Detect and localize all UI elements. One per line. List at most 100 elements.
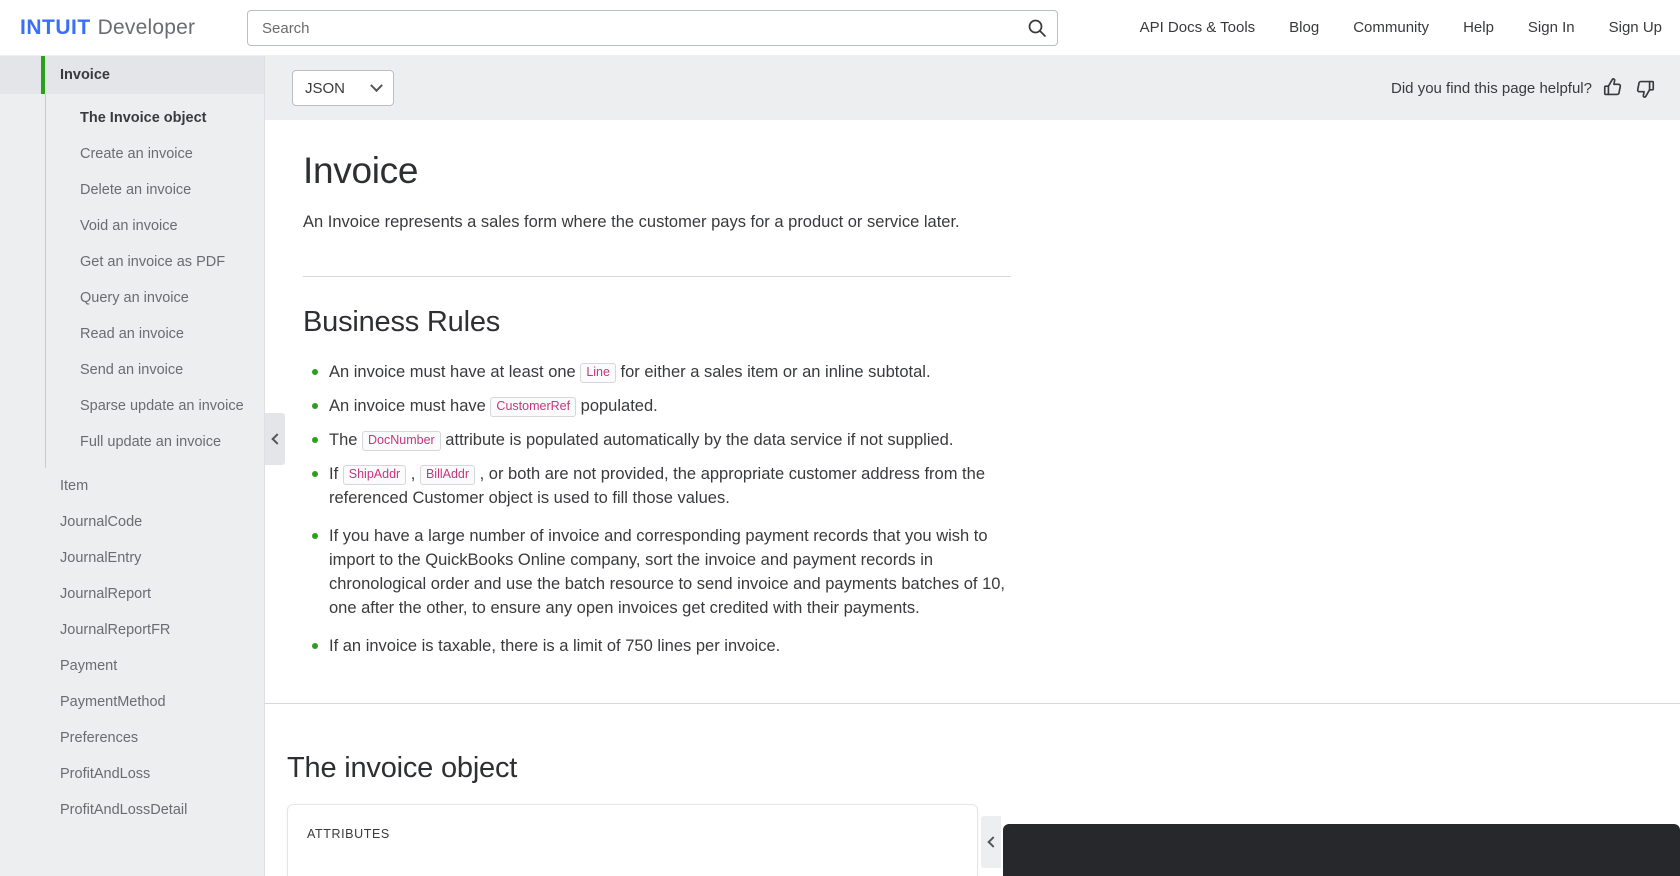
sidebar-item-label: Query an invoice (80, 290, 189, 306)
format-select-value: JSON (305, 79, 346, 97)
attributes-label: ATTRIBUTES (307, 827, 390, 841)
sidebar-nav: Invoice The Invoice object Create an inv… (0, 56, 265, 876)
sidebar-item-send-an-invoice[interactable]: Send an invoice (46, 352, 265, 388)
rule-text: If you have a large number of invoice an… (329, 527, 1006, 617)
rule-text: , (406, 465, 420, 483)
sidebar-divider (264, 56, 265, 876)
sidebar-item-label: Sparse update an invoice (80, 398, 244, 414)
rule-text: populated. (576, 397, 658, 415)
sidebar-item-journalentry[interactable]: JournalEntry (0, 540, 265, 576)
sidebar-item-label: Full update an invoice (80, 434, 222, 450)
attributes-panel: ATTRIBUTES (287, 804, 978, 876)
object-section-heading: The invoice object (287, 752, 518, 784)
sidebar-item-label: Void an invoice (80, 218, 178, 234)
search-icon[interactable] (1017, 11, 1057, 45)
sidebar-group-invoice[interactable]: Invoice (0, 56, 265, 94)
sidebar-collapse-button[interactable] (265, 413, 285, 465)
feedback-label: Did you find this page helpful? (1391, 79, 1592, 97)
site-header: INTUIT Developer API Docs & Tools Blog C… (0, 0, 1680, 56)
code-chip-line: Line (580, 363, 616, 383)
thumbs-down-icon[interactable] (1634, 77, 1656, 99)
attributes-collapse-button[interactable] (981, 816, 1001, 868)
nav-item-sign-in[interactable]: Sign In (1511, 0, 1592, 56)
main-content: Invoice An Invoice represents a sales fo… (265, 120, 1680, 876)
content-toolbar: JSON Did you find this page helpful? (265, 56, 1680, 120)
sidebar-item-label: Create an invoice (80, 146, 193, 162)
list-item: If you have a large number of invoice an… (303, 524, 1018, 620)
sidebar-item-label: PaymentMethod (60, 694, 166, 710)
sidebar-item-full-update-an-invoice[interactable]: Full update an invoice (46, 424, 265, 460)
code-sample-panel (1003, 824, 1680, 876)
sidebar-item-payment[interactable]: Payment (0, 648, 265, 684)
sidebar-item-paymentmethod[interactable]: PaymentMethod (0, 684, 265, 720)
doc-body: Invoice An Invoice represents a sales fo… (265, 150, 1680, 658)
sidebar-group-label: Invoice (60, 67, 110, 83)
brand-logo[interactable]: INTUIT Developer (20, 16, 240, 40)
sidebar-item-label: JournalEntry (60, 550, 142, 566)
sidebar-item-label: ProfitAndLoss (60, 766, 151, 782)
list-item: An invoice must have at least one Line f… (303, 360, 1018, 384)
format-select[interactable]: JSON (292, 70, 394, 106)
business-rules-list: An invoice must have at least one Line f… (303, 360, 1018, 658)
list-item: If ShipAddr , BillAddr , or both are not… (303, 462, 1018, 510)
list-item: An invoice must have CustomerRef populat… (303, 394, 1018, 418)
main-nav: API Docs & Tools Blog Community Help Sig… (1123, 0, 1662, 56)
nav-item-blog[interactable]: Blog (1272, 0, 1336, 56)
sidebar-item-delete-an-invoice[interactable]: Delete an invoice (46, 172, 265, 208)
sidebar-item-read-an-invoice[interactable]: Read an invoice (46, 316, 265, 352)
brand-intuit-text: INTUIT (20, 15, 91, 39)
chevron-down-icon (370, 78, 383, 92)
sidebar-item-label: ProfitAndLossDetail (60, 802, 188, 818)
sidebar-item-label: Payment (60, 658, 118, 674)
sidebar-item-label: JournalCode (60, 514, 143, 530)
code-chip-shipaddr: ShipAddr (342, 465, 407, 485)
nav-item-api-docs-tools[interactable]: API Docs & Tools (1123, 0, 1273, 56)
sidebar-item-label: Preferences (60, 730, 139, 746)
sidebar-item-label: Delete an invoice (80, 182, 192, 198)
search-box[interactable] (247, 10, 1058, 46)
rule-text: If (329, 465, 343, 483)
sidebar-item-get-an-invoice-as-pdf[interactable]: Get an invoice as PDF (46, 244, 265, 280)
sidebar-item-item[interactable]: Item (0, 468, 265, 504)
code-chip-billaddr: BillAddr (419, 465, 476, 485)
sidebar-item-profitandlossdetail[interactable]: ProfitAndLossDetail (0, 792, 265, 828)
rule-text: An invoice must have at least one (329, 363, 581, 381)
sidebar-item-journalreportfr[interactable]: JournalReportFR (0, 612, 265, 648)
invoice-object-section: The invoice object ATTRIBUTES (265, 704, 1680, 876)
code-chip-docnumber: DocNumber (362, 431, 441, 451)
nav-item-help[interactable]: Help (1446, 0, 1511, 56)
rule-text: attribute is populated automatically by … (440, 431, 954, 449)
sidebar-item-label: Send an invoice (80, 362, 184, 378)
sidebar-item-journalreport[interactable]: JournalReport (0, 576, 265, 612)
sidebar-item-profitandloss[interactable]: ProfitAndLoss (0, 756, 265, 792)
sidebar-item-the-invoice-object[interactable]: The Invoice object (46, 100, 265, 136)
feedback-widget: Did you find this page helpful? (1391, 56, 1656, 120)
sidebar-item-label: JournalReportFR (60, 622, 171, 638)
sidebar-item-void-an-invoice[interactable]: Void an invoice (46, 208, 265, 244)
sidebar-item-query-an-invoice[interactable]: Query an invoice (46, 280, 265, 316)
page-title: Invoice (303, 150, 419, 191)
page-lede: An Invoice represents a sales form where… (303, 213, 960, 231)
sidebar-subnav: The Invoice object Create an invoice Del… (45, 94, 265, 468)
sidebar-item-label: JournalReport (60, 586, 152, 602)
rule-text: If an invoice is taxable, there is a lim… (329, 637, 781, 655)
chevron-left-icon (270, 433, 283, 445)
sidebar-item-sparse-update-an-invoice[interactable]: Sparse update an invoice (46, 388, 265, 424)
rule-text: for either a sales item or an inline sub… (615, 363, 931, 381)
thumbs-up-icon[interactable] (1602, 77, 1624, 99)
sidebar-item-preferences[interactable]: Preferences (0, 720, 265, 756)
sidebar-item-label: Read an invoice (80, 326, 184, 342)
sidebar-item-label: The Invoice object (80, 110, 207, 126)
sidebar-item-create-an-invoice[interactable]: Create an invoice (46, 136, 265, 172)
rule-text: The (329, 431, 363, 449)
rule-text: An invoice must have (329, 397, 491, 415)
brand-developer-text: Developer (97, 15, 196, 39)
section-divider (303, 276, 1011, 277)
sidebar-item-label: Item (60, 478, 89, 494)
search-input[interactable] (248, 11, 1017, 45)
list-item: If an invoice is taxable, there is a lim… (303, 634, 1018, 658)
sidebar-item-journalcode[interactable]: JournalCode (0, 504, 265, 540)
nav-item-community[interactable]: Community (1336, 0, 1446, 56)
nav-item-sign-up[interactable]: Sign Up (1592, 0, 1662, 56)
sidebar-item-label: Get an invoice as PDF (80, 254, 226, 270)
